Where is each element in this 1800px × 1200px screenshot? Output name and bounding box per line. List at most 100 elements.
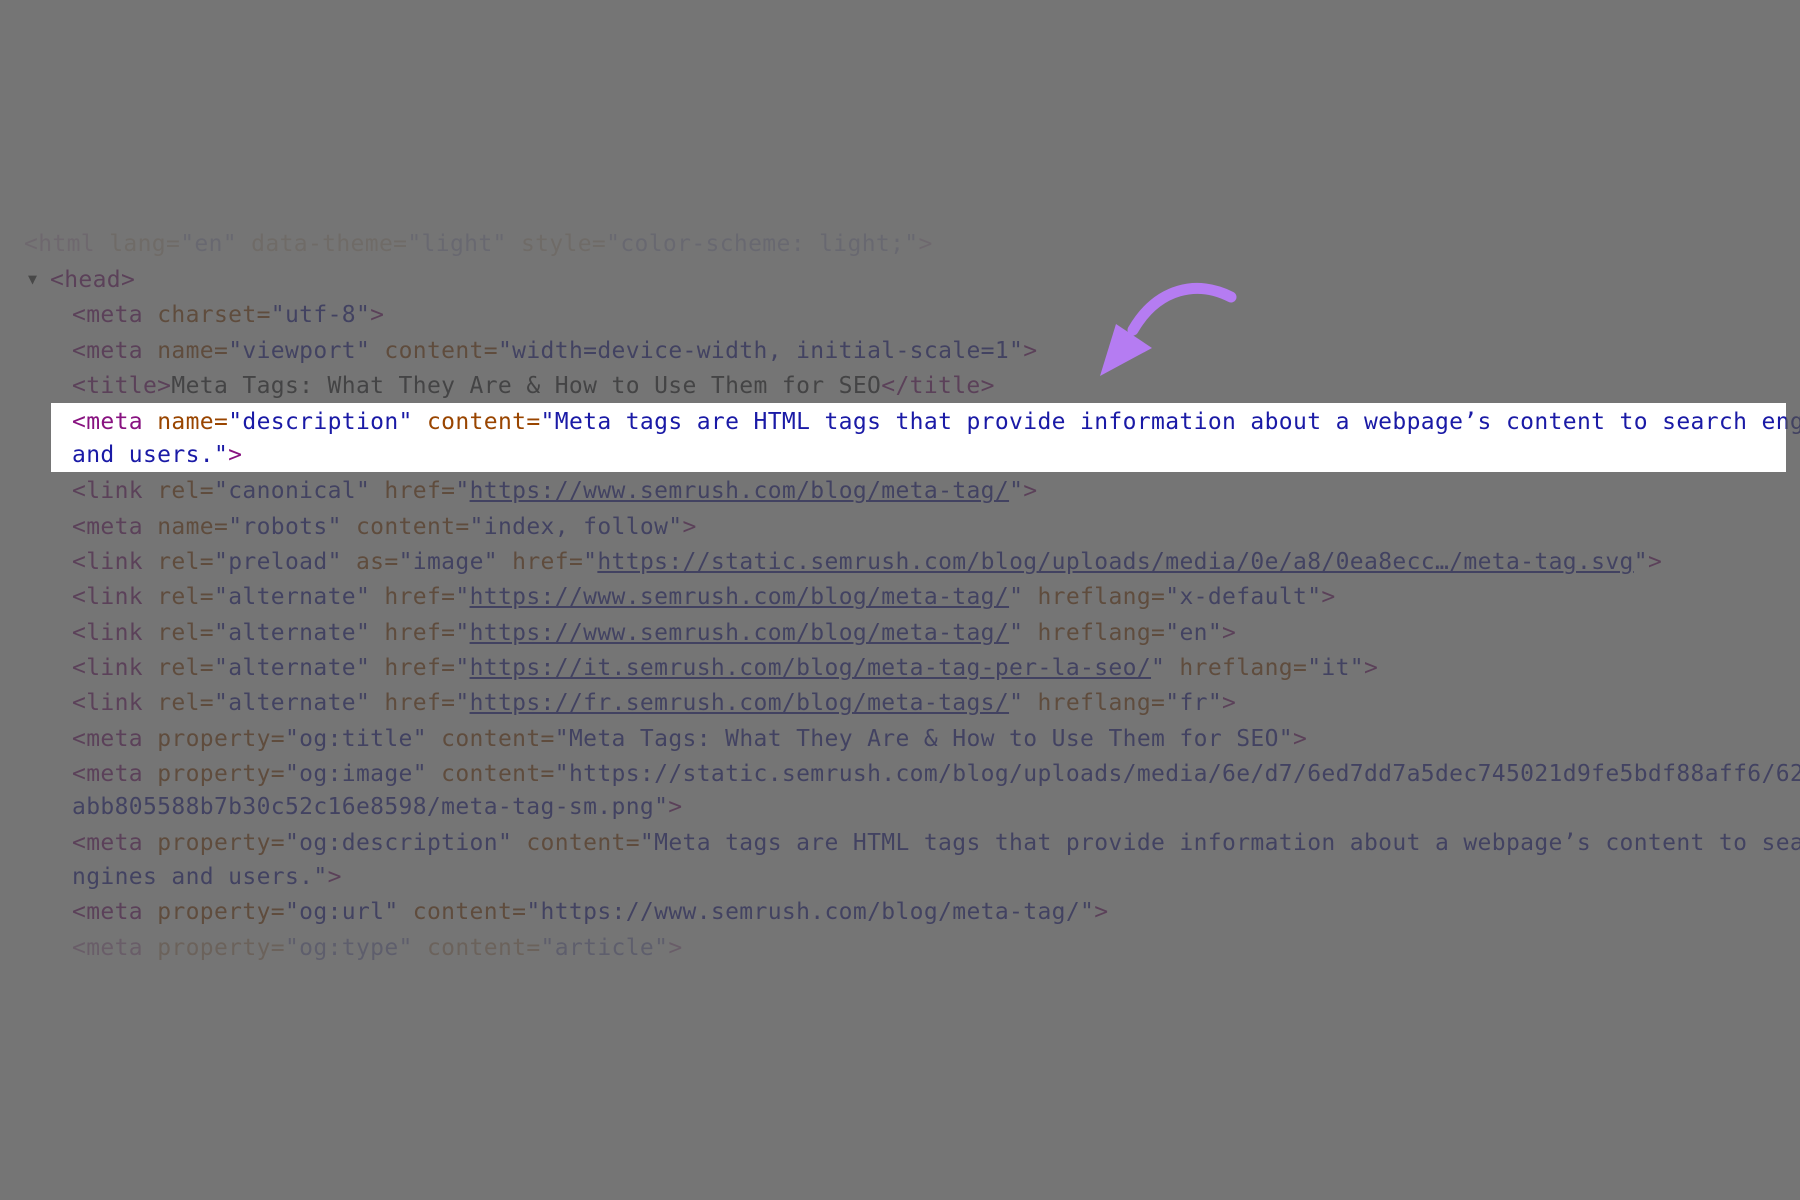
attr-value: "robots"	[228, 514, 342, 540]
og-description-line[interactable]: <meta property="og:description" content=…	[72, 826, 1800, 860]
attr-value: abb805588b7b30c52c16e8598/meta-tag-sm.pn…	[72, 794, 669, 820]
expand-triangle-icon[interactable]: ▼	[28, 270, 37, 288]
curved-arrow-icon	[1100, 282, 1237, 376]
attr-value: "en"	[180, 231, 237, 257]
tag-open: <link	[72, 584, 143, 610]
link-alternate-line[interactable]: <link rel="alternate" href="https://it.s…	[72, 651, 1378, 685]
attr-name: rel=	[143, 620, 214, 646]
tag-close: >	[1293, 726, 1308, 752]
attr-name: property=	[143, 935, 285, 961]
meta-charset-line[interactable]: <meta charset="utf-8">	[72, 298, 384, 332]
tag-close: >	[1364, 655, 1379, 681]
quote: "	[455, 620, 470, 646]
alternate-url-link[interactable]: https://www.semrush.com/blog/meta-tag/	[470, 584, 1010, 610]
tag-open: <meta	[72, 935, 143, 961]
attr-name: charset=	[143, 302, 271, 328]
html-open-line[interactable]: <html lang="en" data-theme="light" style…	[24, 227, 933, 261]
description-content-value: "Meta tags are HTML tags that provide in…	[540, 409, 1800, 435]
attr-name: data-theme=	[236, 231, 408, 257]
attr-value: "description"	[228, 409, 413, 435]
attr-name: content=	[370, 338, 498, 364]
alternate-url-link[interactable]: https://fr.semrush.com/blog/meta-tags/	[470, 690, 1010, 716]
og-image-line-continued[interactable]: abb805588b7b30c52c16e8598/meta-tag-sm.pn…	[72, 790, 682, 824]
og-type-line[interactable]: <meta property="og:type" content="articl…	[72, 931, 683, 965]
title-close-tag: </title>	[881, 373, 995, 399]
link-alternate-line[interactable]: <link rel="alternate" href="https://www.…	[72, 580, 1336, 614]
attr-name: name=	[143, 514, 229, 540]
attr-value: "viewport"	[228, 338, 371, 364]
attr-value: "article"	[540, 935, 669, 961]
tag-close: >	[1647, 549, 1663, 575]
head-tag: <head>	[50, 267, 136, 293]
alternate-url-link[interactable]: https://it.semrush.com/blog/meta-tag-per…	[470, 655, 1151, 681]
preload-url-link[interactable]: https://static.semrush.com/blog/uploads/…	[597, 549, 1633, 575]
link-canonical-line[interactable]: <link rel="canonical" href="https://www.…	[72, 474, 1037, 508]
attr-name: rel=	[143, 655, 214, 681]
meta-description-line[interactable]: <meta name="description" content="Meta t…	[72, 405, 1800, 439]
og-url-line[interactable]: <meta property="og:url" content="https:/…	[72, 895, 1108, 929]
tag-close: >	[1222, 620, 1237, 646]
attr-value: "utf-8"	[270, 302, 371, 328]
attr-value: "canonical"	[214, 478, 371, 504]
attr-value: "og:description"	[284, 830, 513, 856]
tag-close: >	[228, 442, 243, 468]
meta-description-line-continued[interactable]: and users.">	[72, 438, 242, 472]
title-line[interactable]: <title>Meta Tags: What They Are & How to…	[72, 369, 995, 403]
tag-open: <meta	[72, 761, 143, 787]
quote: "	[583, 549, 598, 575]
attr-name: href=	[370, 478, 456, 504]
tag-open: <meta	[72, 409, 143, 435]
attr-name: href=	[370, 584, 456, 610]
attr-value: "alternate"	[214, 620, 371, 646]
canonical-url-link[interactable]: https://www.semrush.com/blog/meta-tag/	[470, 478, 1010, 504]
tag-close: >	[668, 935, 683, 961]
meta-viewport-line[interactable]: <meta name="viewport" content="width=dev…	[72, 334, 1037, 368]
attr-name: as=	[341, 549, 399, 575]
tag-close: >	[370, 302, 385, 328]
quote: "	[1009, 584, 1024, 610]
tag-open: <link	[72, 478, 143, 504]
tag-open: <meta	[72, 514, 143, 540]
head-open-line[interactable]: <head>	[50, 263, 135, 297]
alternate-url-link[interactable]: https://www.semrush.com/blog/meta-tag/	[470, 620, 1010, 646]
attr-value: "x-default"	[1165, 584, 1322, 610]
link-alternate-line[interactable]: <link rel="alternate" href="https://fr.s…	[72, 686, 1236, 720]
attr-name: hreflang=	[1023, 620, 1166, 646]
quote: "	[1009, 690, 1024, 716]
attr-value: "alternate"	[214, 584, 371, 610]
attr-name: hreflang=	[1023, 584, 1166, 610]
link-alternate-line[interactable]: <link rel="alternate" href="https://www.…	[72, 616, 1236, 650]
attr-value: "fr"	[1165, 690, 1223, 716]
attr-value: "og:type"	[284, 935, 413, 961]
attr-name: content=	[426, 761, 555, 787]
quote: "	[455, 584, 470, 610]
attr-value: "og:image"	[284, 761, 427, 787]
tag-open: <link	[72, 549, 143, 575]
attr-name: rel=	[143, 584, 214, 610]
attr-name: content=	[341, 514, 470, 540]
attr-value: "width=device-width, initial-scale=1"	[497, 338, 1024, 364]
og-description-line-continued[interactable]: ngines and users.">	[72, 860, 342, 894]
attr-name: content=	[412, 935, 541, 961]
quote: "	[455, 478, 470, 504]
tag-close: >	[1023, 478, 1038, 504]
quote: "	[455, 655, 470, 681]
tag-open: <meta	[72, 726, 143, 752]
og-title-line[interactable]: <meta property="og:title" content="Meta …	[72, 722, 1307, 756]
tag-close: >	[1094, 899, 1109, 925]
attr-value: "en"	[1165, 620, 1223, 646]
attr-name: content=	[512, 830, 640, 856]
attr-value: ngines and users."	[72, 864, 328, 890]
devtools-elements-panel: <html lang="en" data-theme="light" style…	[0, 0, 1800, 1200]
tag-open: <meta	[72, 302, 143, 328]
meta-robots-line[interactable]: <meta name="robots" content="index, foll…	[72, 510, 697, 544]
quote: "	[1009, 478, 1024, 504]
attr-name: lang=	[95, 231, 181, 257]
tag-close: >	[1222, 690, 1237, 716]
link-preload-line[interactable]: <link rel="preload" as="image" href="htt…	[72, 545, 1662, 579]
attr-value: "alternate"	[214, 690, 371, 716]
attr-value: "https://www.semrush.com/blog/meta-tag/"	[526, 899, 1095, 925]
og-image-line[interactable]: <meta property="og:image" content="https…	[72, 757, 1800, 791]
tag-open: <link	[72, 690, 143, 716]
tag-close: >	[1023, 338, 1038, 364]
